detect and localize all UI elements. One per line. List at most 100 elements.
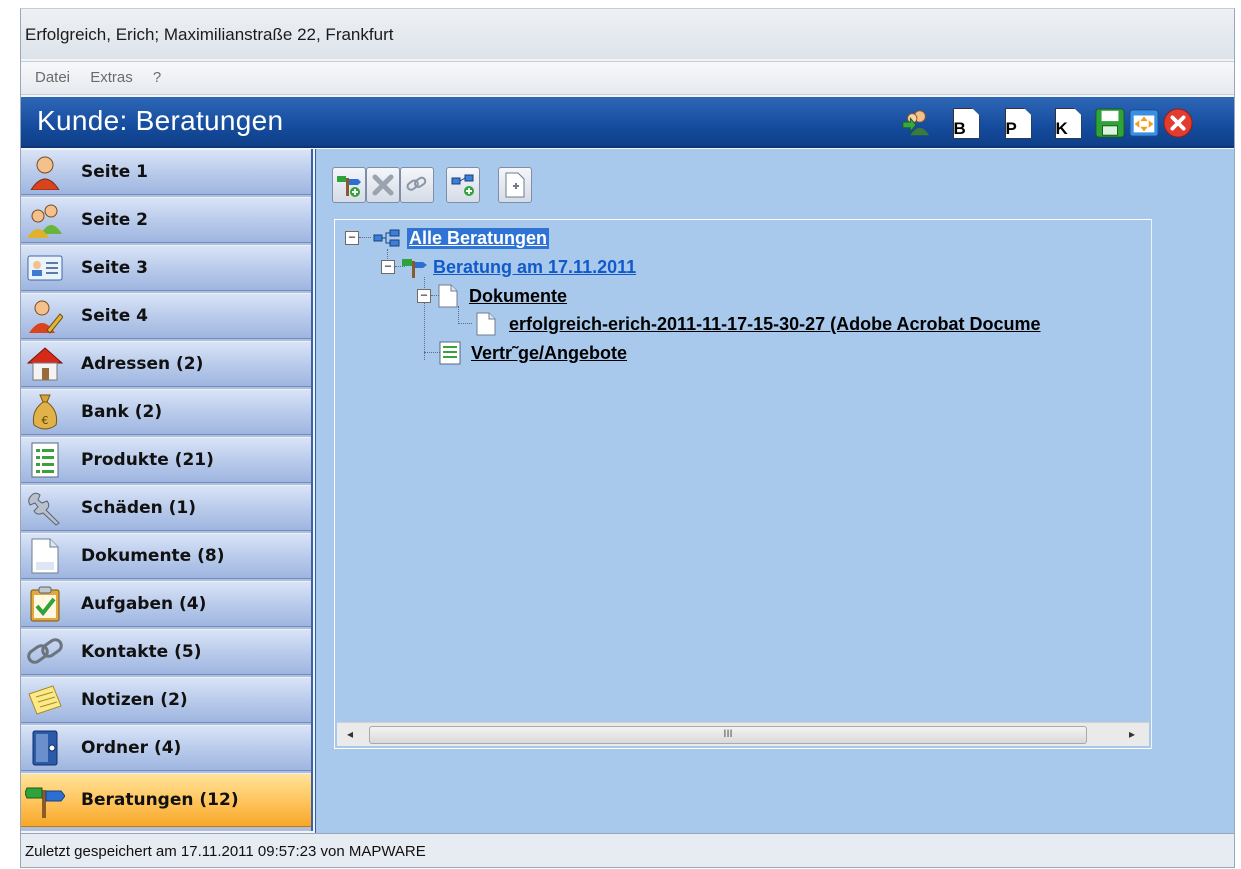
list-document-icon: [25, 441, 65, 479]
sidebar-item-label: Notizen (2): [81, 690, 188, 710]
scrollbar-grip: III: [723, 728, 733, 740]
tree-add-icon: [451, 174, 474, 196]
sidebar-item-notizen[interactable]: Notizen (2): [21, 677, 311, 723]
tree-connector: [458, 323, 472, 324]
document-icon: [438, 284, 458, 308]
delete-icon: [372, 174, 394, 196]
collapse-toggle[interactable]: −: [345, 231, 359, 245]
link-button[interactable]: [400, 167, 434, 203]
sidebar-item-kontakte[interactable]: Kontakte (5): [21, 629, 311, 675]
fit-window-button[interactable]: [1129, 107, 1159, 139]
close-button[interactable]: [1163, 107, 1193, 139]
sidebar-item-adressen[interactable]: Adressen (2): [21, 341, 311, 387]
money-bag-icon: €: [25, 393, 65, 431]
sidebar-item-label: Adressen (2): [81, 354, 204, 374]
new-document-button[interactable]: [498, 167, 532, 203]
house-icon: [25, 345, 65, 383]
sidebar: Seite 1 Seite 2 Seite 3 Seite 4 Adressen: [21, 149, 313, 831]
collapse-toggle[interactable]: −: [381, 260, 395, 274]
sidebar-item-label: Seite 4: [81, 306, 149, 326]
report-k-button[interactable]: K: [1053, 107, 1083, 139]
report-p-button[interactable]: P: [1003, 107, 1033, 139]
sidebar-item-beratungen[interactable]: Beratungen (12): [21, 773, 311, 827]
report-p-icon: P: [1004, 107, 1032, 139]
status-bar: Zuletzt gespeichert am 17.11.2011 09:57:…: [21, 833, 1234, 867]
svg-text:€: €: [42, 414, 49, 427]
tree-node-consultation[interactable]: − Beratung am 17.11.2011: [381, 255, 636, 279]
binder-icon: [25, 729, 65, 767]
scrollbar-thumb[interactable]: III: [369, 726, 1087, 744]
scroll-left-icon[interactable]: ◂: [347, 727, 353, 741]
main-content: − Alle Beratungen − Beratung am 17.11.20…: [315, 149, 1234, 833]
person-edit-icon: [25, 297, 65, 335]
tree-node-document-file[interactable]: erfolgreich-erich-2011-11-17-15-30-27 (A…: [475, 312, 1041, 336]
clipboard-check-icon: [25, 585, 65, 623]
wrench-icon: [25, 489, 65, 527]
consultation-tree[interactable]: − Alle Beratungen − Beratung am 17.11.20…: [334, 219, 1152, 749]
section-header: Kunde: Beratungen B P K: [21, 97, 1234, 148]
sidebar-item-dokumente[interactable]: Dokumente (8): [21, 533, 311, 579]
collapse-toggle[interactable]: −: [417, 289, 431, 303]
page-title: Kunde: Beratungen: [37, 105, 284, 136]
add-tree-node-button[interactable]: [446, 167, 480, 203]
sidebar-item-produkte[interactable]: Produkte (21): [21, 437, 311, 483]
sidebar-item-schaeden[interactable]: Schäden (1): [21, 485, 311, 531]
sidebar-item-label: Seite 1: [81, 162, 149, 182]
floppy-disk-icon: [1095, 108, 1125, 138]
menu-datei[interactable]: Datei: [35, 69, 70, 86]
report-b-icon: B: [952, 107, 980, 139]
tree-connector: [458, 306, 459, 324]
signpost-icon: [402, 259, 427, 278]
document-icon: [476, 312, 496, 336]
sidebar-item-label: Produkte (21): [81, 450, 214, 470]
save-button[interactable]: [1095, 107, 1125, 139]
switch-customer-icon[interactable]: [901, 107, 931, 139]
document-icon: [25, 537, 65, 575]
status-text: Zuletzt gespeichert am 17.11.2011 09:57:…: [25, 843, 426, 860]
menu-bar: Datei Extras ?: [21, 61, 1234, 95]
application-window: Erfolgreich, Erich; Maximilianstraße 22,…: [20, 8, 1235, 868]
sidebar-item-aufgaben[interactable]: Aufgaben (4): [21, 581, 311, 627]
tree-label-documents[interactable]: Dokumente: [469, 286, 567, 307]
link-icon: [406, 176, 427, 191]
sidebar-item-seite-1[interactable]: Seite 1: [21, 149, 311, 195]
tree-node-documents[interactable]: − Dokumente: [417, 284, 567, 308]
sidebar-item-label: Ordner (4): [81, 738, 182, 758]
report-b-button[interactable]: B: [951, 107, 981, 139]
list-document-icon: [439, 341, 461, 365]
add-consultation-button[interactable]: [332, 167, 366, 203]
delete-button[interactable]: [366, 167, 400, 203]
add-signpost-icon: [337, 176, 361, 197]
sidebar-item-ordner[interactable]: Ordner (4): [21, 725, 311, 771]
tree-label-root[interactable]: Alle Beratungen: [407, 227, 550, 249]
chain-link-icon: [25, 633, 65, 671]
tree-label-document-file[interactable]: erfolgreich-erich-2011-11-17-15-30-27 (A…: [509, 314, 1041, 335]
sidebar-item-seite-2[interactable]: Seite 2: [21, 197, 311, 243]
tree-connector: [424, 352, 440, 353]
sidebar-item-label: Seite 2: [81, 210, 149, 230]
sidebar-item-label: Kontakte (5): [81, 642, 202, 662]
menu-help[interactable]: ?: [153, 69, 161, 86]
sidebar-item-label: Seite 3: [81, 258, 149, 278]
tree-node-all-consultations[interactable]: − Alle Beratungen: [345, 226, 550, 250]
signpost-icon: [25, 781, 65, 819]
tree-node-contracts[interactable]: Vertr˜ge/Angebote: [439, 341, 627, 365]
sidebar-item-seite-3[interactable]: Seite 3: [21, 245, 311, 291]
tree-label-consultation[interactable]: Beratung am 17.11.2011: [433, 257, 636, 278]
scroll-right-icon[interactable]: ▸: [1129, 727, 1135, 741]
close-icon: [1163, 108, 1193, 138]
tree-label-contracts[interactable]: Vertr˜ge/Angebote: [471, 343, 627, 364]
sidebar-item-label: Schäden (1): [81, 498, 196, 518]
menu-extras[interactable]: Extras: [90, 69, 133, 86]
window-title: Erfolgreich, Erich; Maximilianstraße 22,…: [25, 25, 394, 44]
id-card-icon: [25, 249, 65, 287]
tree-root-icon: [373, 229, 400, 247]
people-icon: [25, 201, 65, 239]
sidebar-item-seite-4[interactable]: Seite 4: [21, 293, 311, 339]
sidebar-item-label: Dokumente (8): [81, 546, 225, 566]
horizontal-scrollbar[interactable]: ◂ III ▸: [337, 722, 1149, 746]
report-k-icon: K: [1054, 107, 1082, 139]
sidebar-item-bank[interactable]: € Bank (2): [21, 389, 311, 435]
person-icon: [25, 153, 65, 191]
sidebar-item-label: Aufgaben (4): [81, 594, 207, 614]
